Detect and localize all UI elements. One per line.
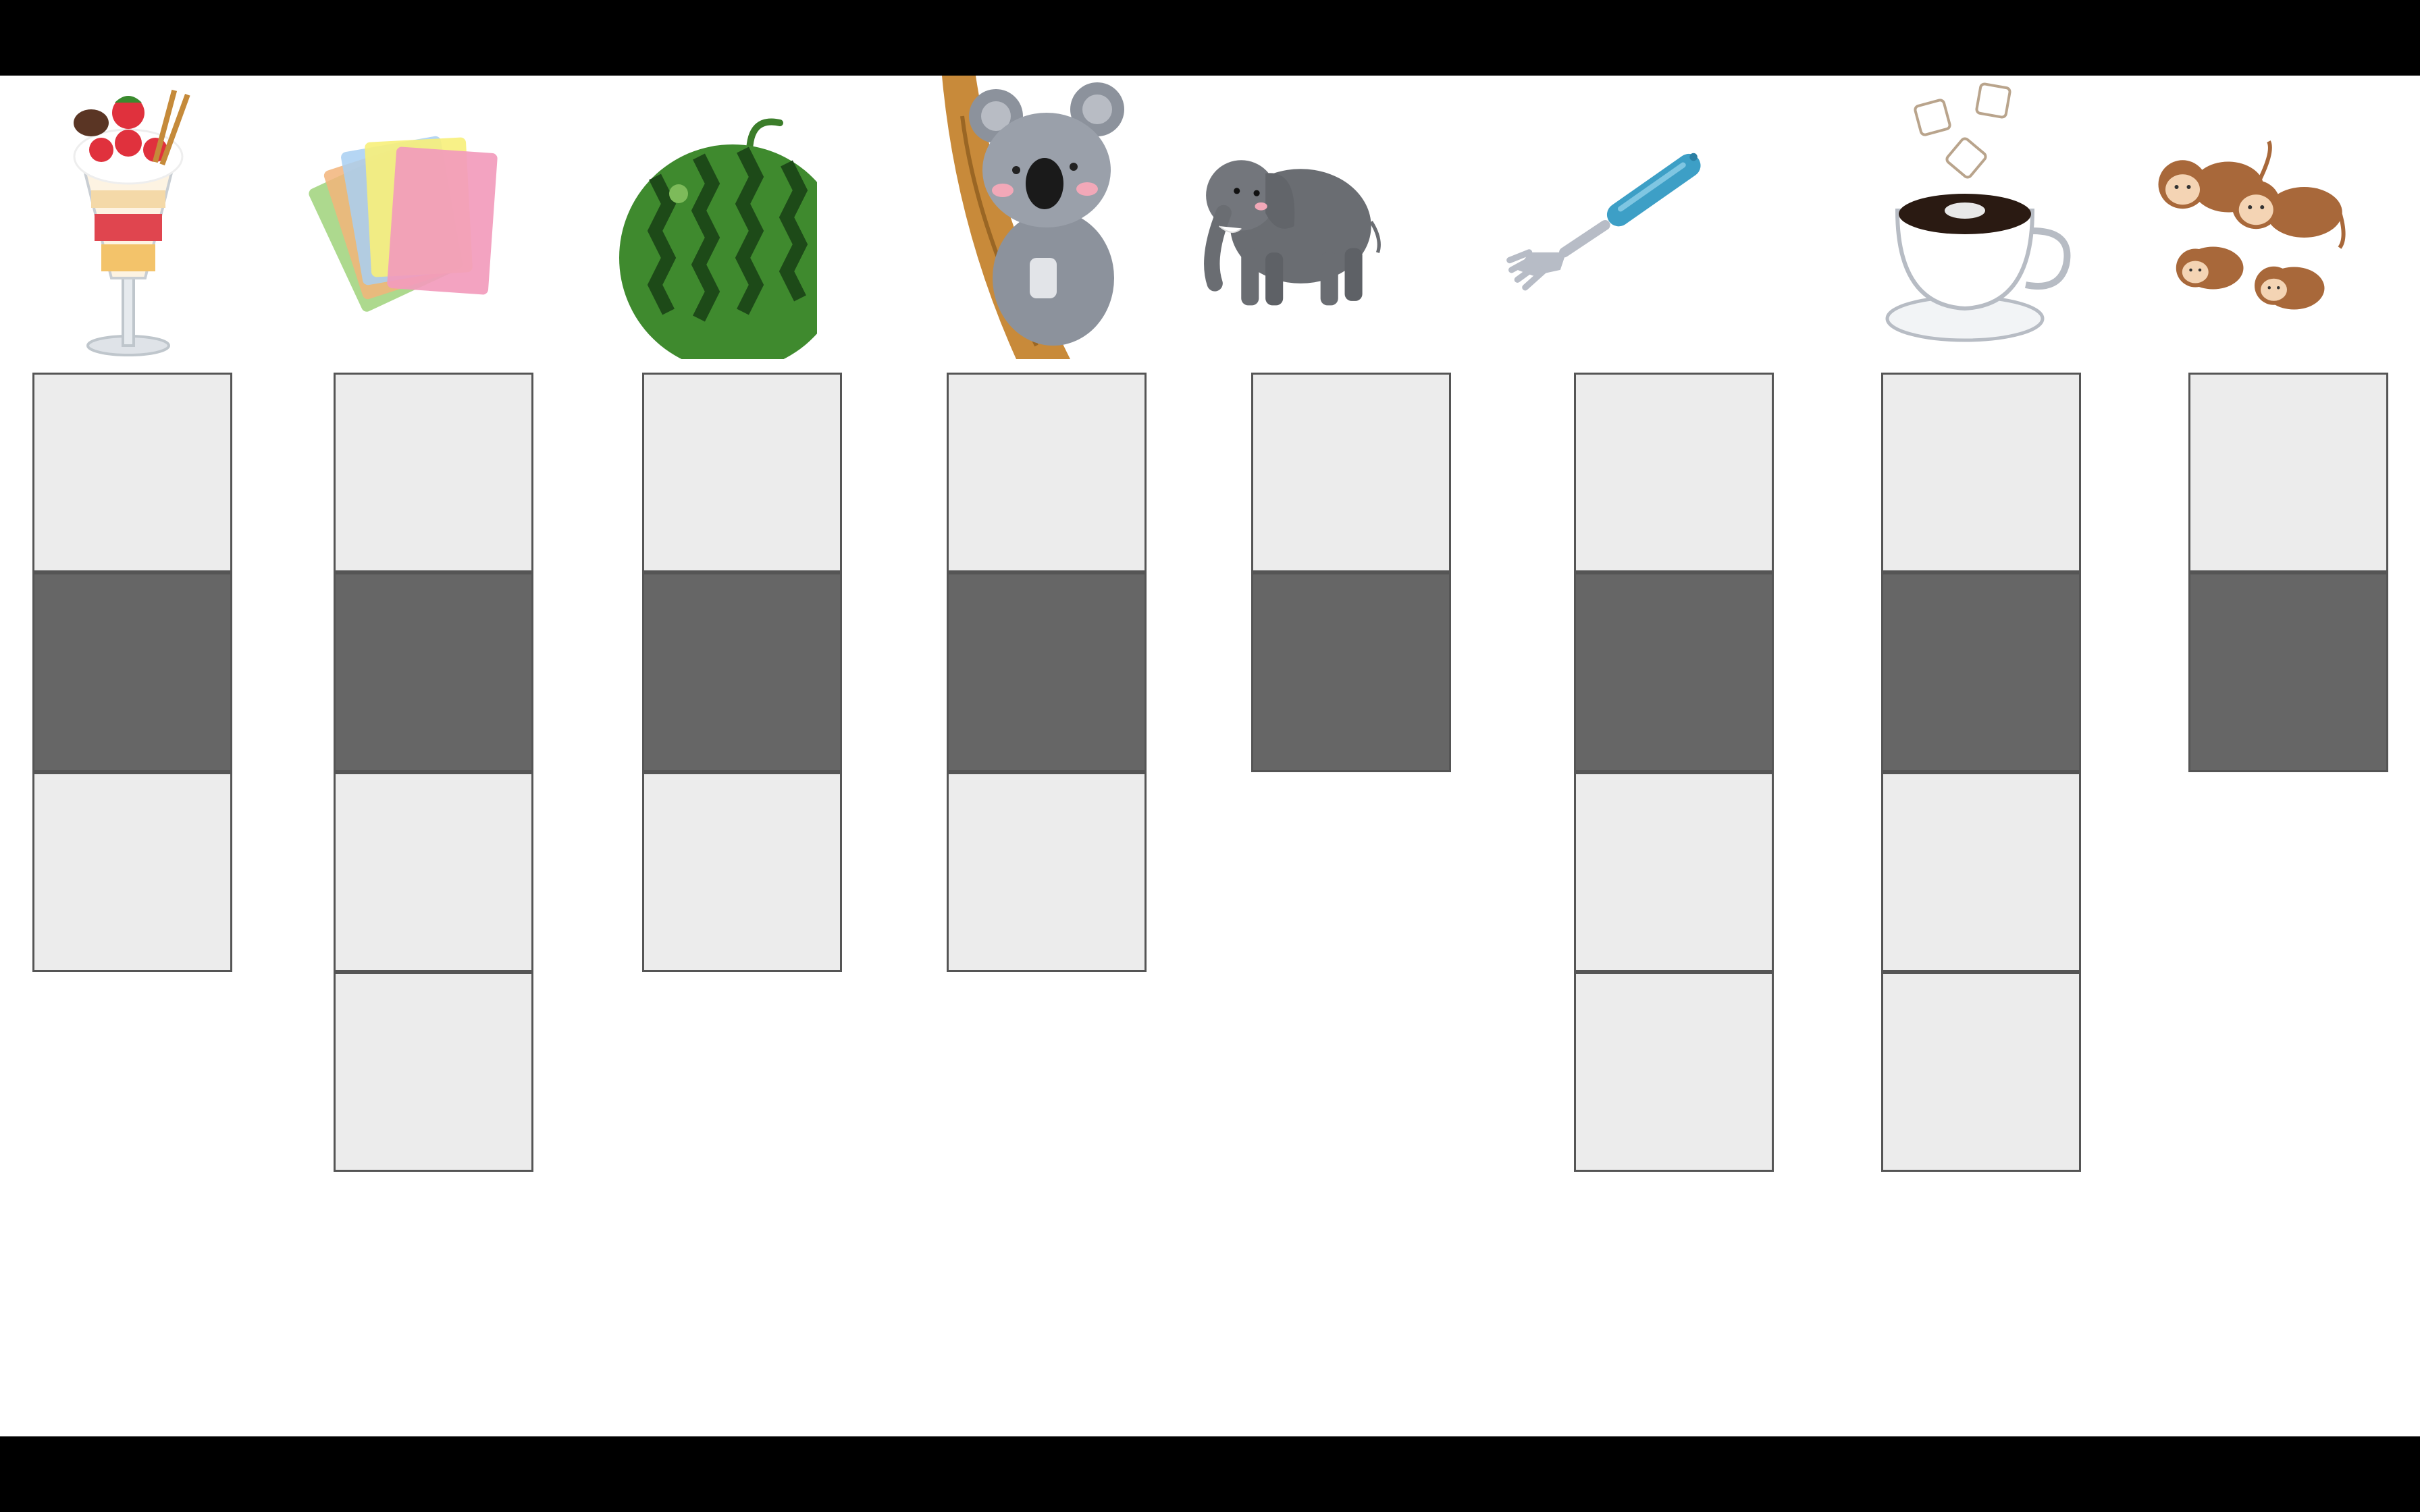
answer-cell[interactable]: [1881, 373, 2081, 572]
answer-cell[interactable]: [2188, 373, 2388, 572]
answer-cell[interactable]: [334, 972, 533, 1172]
monkeys-icon: [2147, 76, 2350, 359]
answer-cell[interactable]: [947, 772, 1147, 972]
answer-cell[interactable]: [334, 772, 533, 972]
answer-cell-hint[interactable]: [334, 572, 533, 772]
puzzle-board: [0, 76, 2420, 1436]
answer-cell[interactable]: [642, 772, 842, 972]
watermelon-icon: [614, 76, 817, 359]
answer-cell[interactable]: [1881, 772, 2081, 972]
top-letterbox: [0, 0, 2420, 76]
answer-cell-hint[interactable]: [2188, 572, 2388, 772]
answer-cell[interactable]: [1574, 373, 1774, 572]
answer-cell[interactable]: [32, 772, 232, 972]
answer-cell[interactable]: [1251, 373, 1451, 572]
answer-cell-hint[interactable]: [642, 572, 842, 772]
answer-cell[interactable]: [642, 373, 842, 572]
bottom-letterbox: [0, 1436, 2420, 1512]
answer-cell[interactable]: [334, 373, 533, 572]
fork-icon: [1506, 76, 1708, 359]
clear-files-icon: [304, 76, 506, 359]
answer-cell[interactable]: [1574, 772, 1774, 972]
answer-cell-hint[interactable]: [947, 572, 1147, 772]
answer-cell[interactable]: [947, 373, 1147, 572]
koala-icon: [935, 76, 1138, 359]
answer-cell-hint[interactable]: [32, 572, 232, 772]
answer-cell-hint[interactable]: [1251, 572, 1451, 772]
coffee-sugar-icon: [1877, 76, 2080, 359]
answer-cell[interactable]: [32, 373, 232, 572]
parfait-icon: [27, 76, 230, 359]
elephant-icon: [1188, 76, 1391, 359]
answer-cell-hint[interactable]: [1574, 572, 1774, 772]
answer-cell[interactable]: [1881, 972, 2081, 1172]
answer-cell-hint[interactable]: [1881, 572, 2081, 772]
answer-cell[interactable]: [1574, 972, 1774, 1172]
